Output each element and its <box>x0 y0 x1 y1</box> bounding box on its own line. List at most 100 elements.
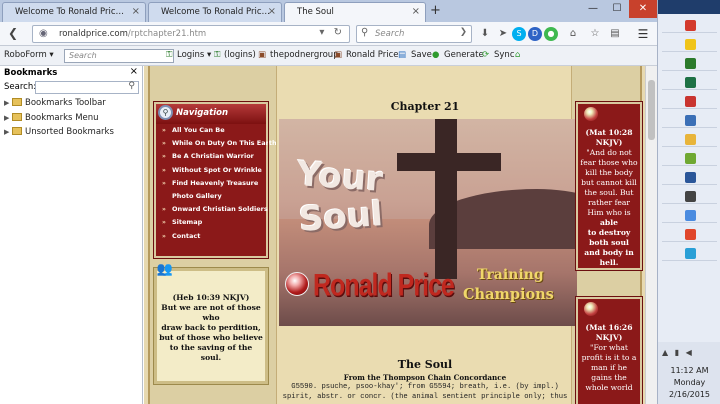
bookmarks-list-icon[interactable]: ▤ <box>608 27 622 41</box>
tab-strip: Welcome To Ronald Price Mar... × Welcome… <box>0 0 657 22</box>
matthew-16-26-box: (Mat 16:26 NKJV) "For what profit is it … <box>575 296 643 404</box>
close-sidebar-icon[interactable]: × <box>130 66 138 77</box>
navigation-box: ⚲ Navigation » All You Can Be » While On D… <box>153 101 277 259</box>
url-bar[interactable]: ◉ ronaldprice.com/rptchapter21.htm ▾ ↻ <box>32 25 350 43</box>
folder-icon <box>12 127 22 135</box>
system-tray: ▲ ▮ ◀ 11:12 AM Monday 2/16/2015 <box>658 342 720 404</box>
nav-link-all-you-can-be[interactable]: » All You Can Be <box>156 124 266 137</box>
send-icon[interactable]: ➤ <box>496 27 510 41</box>
minimize-button[interactable]: — <box>581 0 605 18</box>
taskbar-app-button[interactable] <box>662 56 717 71</box>
home-icon[interactable]: ⌂ <box>566 27 580 41</box>
section-title: The Soul <box>397 358 453 371</box>
taskbar-app-button[interactable] <box>662 132 717 147</box>
app-icon <box>685 191 696 202</box>
logins-bookmark[interactable]: (logins) <box>224 50 256 60</box>
save-button[interactable]: Save <box>411 50 432 60</box>
url-bar-tools-icon[interactable]: ▾ ↻ <box>319 27 345 38</box>
scrollbar-thumb[interactable] <box>648 80 655 140</box>
nav-link-label: Find Heavenly Treasure <box>172 178 259 187</box>
taskbar-app-button[interactable] <box>662 94 717 109</box>
start-button[interactable] <box>658 0 720 14</box>
expand-icon[interactable]: ▶ <box>4 99 12 107</box>
search-bar[interactable]: ⚲ Search ❯ <box>356 25 472 43</box>
expand-icon[interactable]: ▶ <box>4 128 12 136</box>
maximize-button[interactable]: ☐ <box>605 0 629 18</box>
vertical-scrollbar[interactable] <box>645 66 657 404</box>
app-icon <box>685 39 696 50</box>
nav-link-contact[interactable]: » Contact <box>156 230 266 243</box>
download-icon[interactable]: ⬇ <box>478 27 492 41</box>
podnergroup-bookmark[interactable]: thepodnergroup <box>270 50 339 60</box>
ronald-price-bookmark[interactable]: Ronald Price <box>346 50 399 60</box>
taskbar-app-button[interactable] <box>662 208 717 223</box>
roboform-search-input[interactable]: Search <box>64 49 174 63</box>
tab-title: Welcome To Ronald Price Trai... <box>161 7 273 17</box>
roboform-label: RoboForm <box>4 50 47 60</box>
verse-line: But we are not of those who <box>161 303 261 322</box>
sync-button[interactable]: Sync <box>494 50 515 60</box>
logins-button[interactable]: Logins ▾ <box>177 50 211 60</box>
taskbar-app-button[interactable] <box>662 18 717 33</box>
sidebar-item-unsorted-bookmarks[interactable]: ▶ Unsorted Bookmarks <box>0 125 142 140</box>
taskbar-app-button[interactable] <box>662 189 717 204</box>
verse-line: draw back to perdition, <box>161 323 261 332</box>
sidebar-item-bookmarks-toolbar[interactable]: ▶ Bookmarks Toolbar <box>0 96 142 111</box>
verse-reference: (Mat 16:26 NKJV) <box>585 323 633 342</box>
close-tab-icon[interactable]: × <box>132 6 140 17</box>
taskbar-app-button[interactable] <box>662 170 717 185</box>
sidebar-title: Bookmarks <box>4 68 58 78</box>
nav-link-without-spot[interactable]: » Without Spot Or Wrinkle <box>156 164 266 177</box>
close-tab-icon[interactable]: × <box>412 6 420 17</box>
expand-icon[interactable]: ▶ <box>4 114 12 122</box>
sidebar-item-label: Bookmarks Menu <box>25 112 99 123</box>
back-icon[interactable]: ❮ <box>8 27 18 40</box>
verse-reference: (Heb 10:39 NKJV) <box>172 293 250 302</box>
nav-link-while-on-duty[interactable]: » While On Duty On This Earth <box>156 137 277 150</box>
folder-icon <box>12 98 22 106</box>
taskbar-app-button[interactable] <box>662 246 717 261</box>
skype-icon[interactable]: S <box>512 27 526 41</box>
taskbar-app-button[interactable] <box>662 75 717 90</box>
nav-link-onward-soldiers[interactable]: » Onward Christian Soldiers <box>156 203 268 216</box>
close-tab-icon[interactable]: × <box>268 6 276 17</box>
verse-line: but of those who believe <box>159 333 263 342</box>
close-window-button[interactable]: ✕ <box>629 0 657 18</box>
green-extension-icon[interactable]: ● <box>544 27 558 41</box>
hebrews-verse-box: 👥 (Heb 10:39 NKJV) But we are not of tho… <box>153 263 269 385</box>
app-icon <box>685 96 696 107</box>
generate-button[interactable]: Generate <box>444 50 484 60</box>
sidebar-search-input[interactable]: ⚲ <box>35 81 139 94</box>
taskbar-app-button[interactable] <box>662 37 717 52</box>
globe-icon: ◉ <box>39 28 48 39</box>
dictionary-icon[interactable]: D <box>528 27 542 41</box>
taskbar-app-button[interactable] <box>662 227 717 242</box>
search-go-icon[interactable]: ❯ <box>460 27 467 37</box>
logins-label: Logins <box>177 50 205 60</box>
app-icon <box>685 210 696 221</box>
sidebar-item-bookmarks-menu[interactable]: ▶ Bookmarks Menu <box>0 111 142 126</box>
taskbar-app-button[interactable] <box>662 113 717 128</box>
menu-icon[interactable]: ☰ <box>636 27 650 41</box>
nav-link-photo-gallery[interactable]: Photo Gallery <box>156 190 266 203</box>
nav-link-sitemap[interactable]: » Sitemap <box>156 216 266 229</box>
nav-link-christian-warrior[interactable]: » Be A Christian Warrior <box>156 150 266 163</box>
clock-time[interactable]: 11:12 AM <box>658 366 720 375</box>
app-icon <box>685 115 696 126</box>
tab-welcome-training[interactable]: Welcome To Ronald Price Trai... × <box>148 2 282 22</box>
tab-the-soul[interactable]: The Soul × <box>284 2 426 22</box>
browser-window: Welcome To Ronald Price Mar... × Welcome… <box>0 0 657 404</box>
app-icon <box>685 58 696 69</box>
tray-icons[interactable]: ▲ ▮ ◀ <box>662 348 694 357</box>
ball-icon <box>584 302 598 316</box>
roboform-button[interactable]: RoboForm ▾ <box>4 50 54 60</box>
body-line: spirit, abstr. or concr. (the animal sen… <box>282 393 568 401</box>
taskbar-app-button[interactable] <box>662 151 717 166</box>
bookmark-star-icon[interactable]: ☆ <box>588 27 602 41</box>
nav-link-heavenly-treasure[interactable]: » Find Heavenly Treasure <box>156 177 266 190</box>
new-tab-button[interactable]: + <box>430 3 441 18</box>
home-bookmark-icon[interactable]: ⌂ <box>515 50 520 60</box>
folder-icon <box>12 112 22 121</box>
page-icon: ▣ <box>258 50 267 60</box>
tab-welcome-marketing[interactable]: Welcome To Ronald Price Mar... × <box>2 2 146 22</box>
